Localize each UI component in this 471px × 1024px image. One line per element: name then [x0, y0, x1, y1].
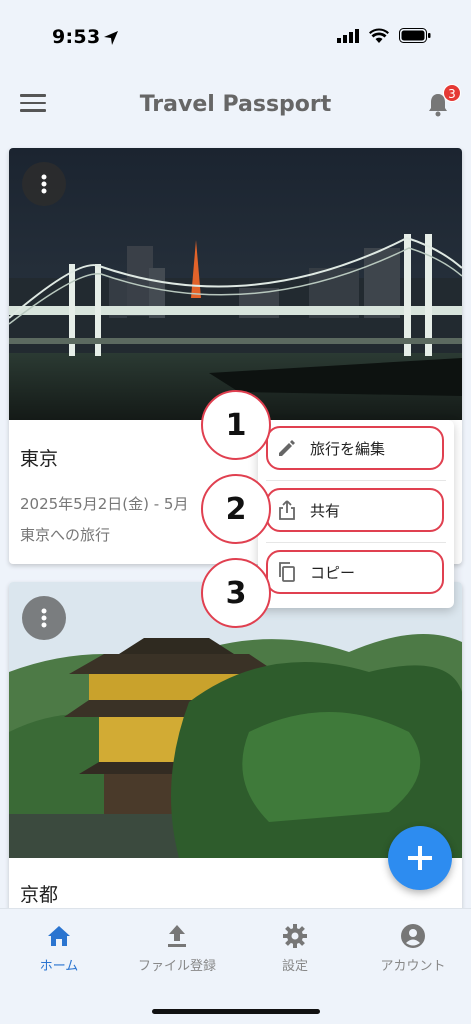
- menu-item-label: 旅行を編集: [310, 439, 386, 458]
- home-indicator: [152, 1009, 320, 1014]
- card-more-button[interactable]: [22, 596, 66, 640]
- nav-settings[interactable]: 設定: [236, 921, 354, 974]
- context-menu: 旅行を編集 共有 コピー: [258, 420, 454, 608]
- callout-1: 1: [201, 390, 271, 460]
- trip-image-tokyo: [9, 148, 462, 420]
- nav-label: 設定: [281, 959, 308, 974]
- menu-item-copy[interactable]: コピー: [266, 550, 444, 594]
- card-more-button[interactable]: [22, 162, 66, 206]
- status-bar: 9:53: [0, 0, 471, 70]
- more-vertical-icon: [41, 174, 47, 194]
- copy-icon: [276, 561, 298, 583]
- battery-icon: [399, 28, 431, 43]
- nav-account[interactable]: アカウント: [354, 921, 471, 974]
- more-vertical-icon: [41, 608, 47, 628]
- add-trip-button[interactable]: [388, 826, 452, 890]
- signal-icon: [337, 28, 359, 43]
- callout-2: 2: [201, 474, 271, 544]
- menu-divider: [266, 480, 446, 481]
- notification-badge: 3: [443, 84, 461, 102]
- menu-item-label: コピー: [310, 563, 356, 582]
- nav-file-upload[interactable]: ファイル登録: [118, 921, 236, 974]
- nav-label: アカウント: [380, 959, 446, 974]
- location-arrow-icon: [104, 31, 118, 45]
- nav-home[interactable]: ホーム: [0, 921, 118, 974]
- nav-label: ホーム: [39, 959, 79, 974]
- notifications-button[interactable]: 3: [423, 84, 461, 120]
- trip-title: 京都: [20, 884, 59, 906]
- menu-item-edit-trip[interactable]: 旅行を編集: [266, 426, 444, 470]
- menu-item-share[interactable]: 共有: [266, 488, 444, 532]
- share-icon: [276, 499, 298, 521]
- home-icon: [0, 921, 118, 951]
- nav-label: ファイル登録: [137, 959, 216, 974]
- menu-divider: [266, 542, 446, 543]
- app-title: Travel Passport: [139, 92, 332, 117]
- upload-icon: [118, 921, 236, 951]
- plus-icon: [408, 846, 432, 870]
- callout-3: 3: [201, 558, 271, 628]
- app-bar: Travel Passport 3: [0, 70, 471, 142]
- bottom-nav: ホーム ファイル登録 設定 アカウント: [0, 908, 471, 1024]
- pencil-icon: [276, 437, 298, 459]
- menu-item-label: 共有: [310, 501, 341, 520]
- gear-icon: [236, 921, 354, 951]
- wifi-icon: [369, 28, 389, 43]
- status-time: 9:53: [52, 26, 101, 48]
- account-icon: [354, 921, 471, 951]
